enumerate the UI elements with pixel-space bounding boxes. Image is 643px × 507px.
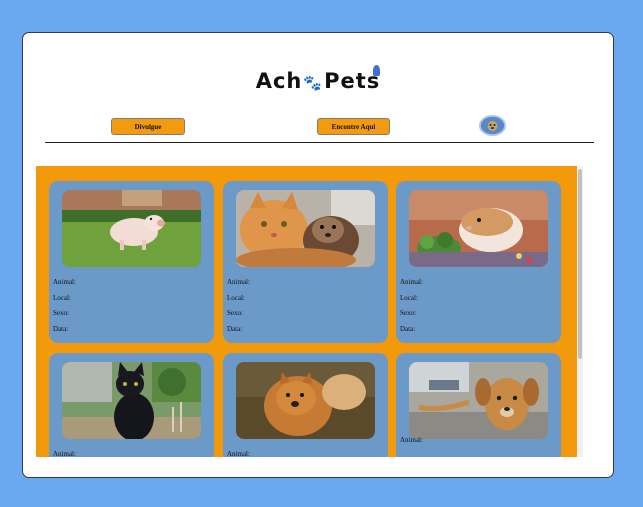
pet-photo-cat-and-otter [236,190,375,267]
animal-label: Animal: [400,436,423,444]
local-label: Local: [400,294,418,302]
pet-card[interactable]: Animal: [396,353,561,457]
animal-label: Animal: [53,278,76,286]
local-label: Local: [53,294,71,302]
pet-card[interactable]: Animal: [49,353,214,457]
sexo-label: Sexo: [53,309,69,317]
pet-photo-chow-chow [236,362,375,439]
brand-logo: Ach🐾Pets [23,65,613,93]
pet-photo-hamster [409,190,548,267]
data-label: Data: [227,325,243,333]
data-label: Data: [400,325,416,333]
encontre-aqui-button[interactable]: Encontre Aqui [317,118,390,135]
pet-card[interactable]: Animal: [223,353,388,457]
pet-photo-brown-dog [409,362,548,439]
pet-photo-pig [62,190,201,267]
header-divider [45,142,594,143]
location-pin-icon [373,65,381,76]
sexo-label: Sexo: [227,309,243,317]
pet-photo-black-cat [62,362,201,439]
animal-label: Animal: [227,278,250,286]
brand-name-left: Ach [255,69,303,93]
animal-label: Animal: [227,450,250,457]
paw-icon: 🐾 [303,74,324,92]
local-label: Local: [227,294,245,302]
brand-name-right: Pets [324,69,381,93]
profile-avatar[interactable] [479,115,506,136]
pet-card[interactable]: Animal: Local: Sexo: Data: [49,181,214,343]
pets-feed[interactable]: Animal: Local: Sexo: Data: Animal: Local… [36,166,577,457]
scrollbar-thumb[interactable] [578,169,582,359]
pet-card[interactable]: Animal: Local: Sexo: Data: [223,181,388,343]
animal-label: Animal: [53,450,76,457]
app-window: Ach🐾Pets Divulgue Encontre Aqui Animal: … [22,32,614,478]
data-label: Data: [53,325,69,333]
sexo-label: Sexo: [400,309,416,317]
feed-scrollbar[interactable] [577,166,583,457]
divulgue-button[interactable]: Divulgue [111,118,185,135]
pet-card[interactable]: Animal: Local: Sexo: Data: [396,181,561,343]
animal-label: Animal: [400,278,423,286]
